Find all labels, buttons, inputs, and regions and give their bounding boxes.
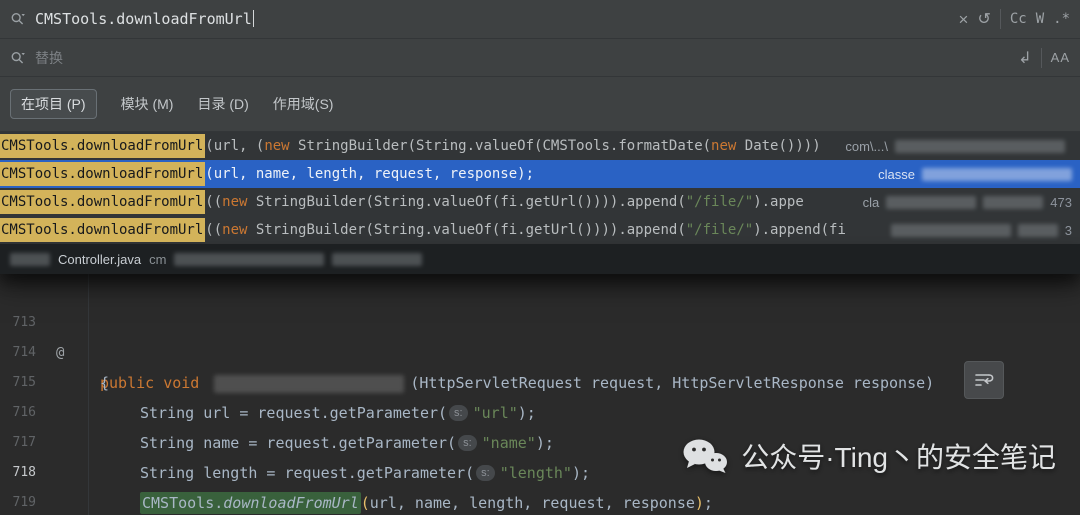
filter-directory[interactable]: 目录 (D): [197, 94, 248, 114]
filter-in-project[interactable]: 在项目 (P): [10, 89, 97, 119]
code-line-716[interactable]: 716 String name = request.getParameter(s…: [0, 368, 1080, 452]
result-line-number: 3: [1064, 222, 1072, 238]
soft-wrap-button[interactable]: [964, 361, 1004, 399]
redacted-path: [922, 167, 1072, 181]
preserve-case-toggle[interactable]: AA: [1051, 51, 1070, 64]
search-bar: CMSTools.downloadFromUrl × ↺ Cc W .*: [0, 0, 1080, 39]
search-result-row-selected[interactable]: CMSTools.downloadFromUrl (url, name, len…: [0, 160, 1080, 188]
search-result-row[interactable]: CMSTools.downloadFromUrl ((new StringBui…: [0, 216, 1080, 244]
redacted-path: [332, 252, 423, 266]
code-line-720[interactable]: 720: [0, 488, 1080, 515]
toolbar-separator: [1040, 47, 1042, 68]
toolbar-separator: [999, 9, 1001, 29]
match-highlight: CMSTools.downloadFromUrl: [0, 162, 206, 186]
replace-bar: 替换 ↲ AA: [0, 39, 1080, 77]
watermark: 公众号·Ting丶的安全笔记: [681, 436, 1056, 476]
code-line-715[interactable]: 715 String url = request.getParameter(s:…: [0, 338, 1080, 422]
clear-search-icon[interactable]: ×: [959, 11, 969, 28]
filter-scope[interactable]: 作用域(S): [273, 94, 334, 114]
redacted-path: [983, 195, 1044, 209]
search-result-row[interactable]: CMSTools.downloadFromUrl (url, (new Stri…: [0, 132, 1080, 160]
redacted-path: [890, 223, 1011, 237]
whole-words-toggle[interactable]: W: [1036, 12, 1044, 26]
ide-window: 713 @ public void (HttpServletRequest re…: [0, 0, 1080, 515]
search-results-list: CMSTools.downloadFromUrl (url, (new Stri…: [0, 132, 1080, 244]
file-name: Controller.java: [58, 251, 142, 267]
watermark-text: 公众号·Ting丶的安全笔记: [741, 442, 1056, 473]
redacted-path: [174, 252, 325, 266]
result-location: classe: [878, 160, 1072, 188]
result-line-number: 473: [1050, 194, 1072, 210]
search-input[interactable]: CMSTools.downloadFromUrl: [35, 10, 254, 28]
redacted-file-prefix: [10, 252, 50, 266]
search-icon: [11, 12, 25, 25]
match-highlight: CMSTools.downloadFromUrl: [0, 134, 206, 158]
regex-toggle[interactable]: .*: [1053, 12, 1070, 26]
result-location: com\...\: [845, 132, 1072, 160]
code-line-717[interactable]: 717 String length = request.getParameter…: [0, 398, 1080, 482]
code-line-714[interactable]: 714 {: [0, 308, 1080, 392]
replace-arrow-icon[interactable]: ↲: [1018, 49, 1031, 66]
result-location: 3: [890, 216, 1072, 244]
soft-wrap-icon: [975, 374, 994, 386]
search-result-row[interactable]: CMSTools.downloadFromUrl ((new StringBui…: [0, 188, 1080, 216]
replace-history-icon: [11, 51, 25, 63]
filter-module[interactable]: 模块 (M): [121, 94, 174, 114]
redacted-path: [895, 139, 1065, 153]
result-location: cla 473: [862, 194, 1072, 210]
match-highlight: CMSTools.downloadFromUrl: [0, 218, 206, 242]
wechat-icon: [683, 439, 728, 473]
search-history-icon[interactable]: ↺: [977, 11, 990, 27]
scope-filter-row: 在项目 (P) 模块 (M) 目录 (D) 作用域(S): [0, 77, 1080, 132]
redacted-path: [1017, 223, 1058, 237]
redacted-path: [886, 195, 977, 209]
replace-input[interactable]: 替换: [35, 48, 63, 68]
code-line-713[interactable]: 713 @ public void (HttpServletRequest re…: [0, 278, 1080, 393]
find-in-files-popup: CMSTools.downloadFromUrl × ↺ Cc W .* 替换 …: [0, 0, 1080, 274]
file-context: cm: [149, 251, 167, 267]
match-highlight: CMSTools.downloadFromUrl: [0, 190, 206, 214]
text-caret: [252, 10, 254, 27]
code-lines: 713 @ public void (HttpServletRequest re…: [0, 278, 1080, 515]
result-file-bar[interactable]: Controller.java cm: [0, 244, 1080, 274]
match-case-toggle[interactable]: Cc: [1010, 12, 1027, 26]
